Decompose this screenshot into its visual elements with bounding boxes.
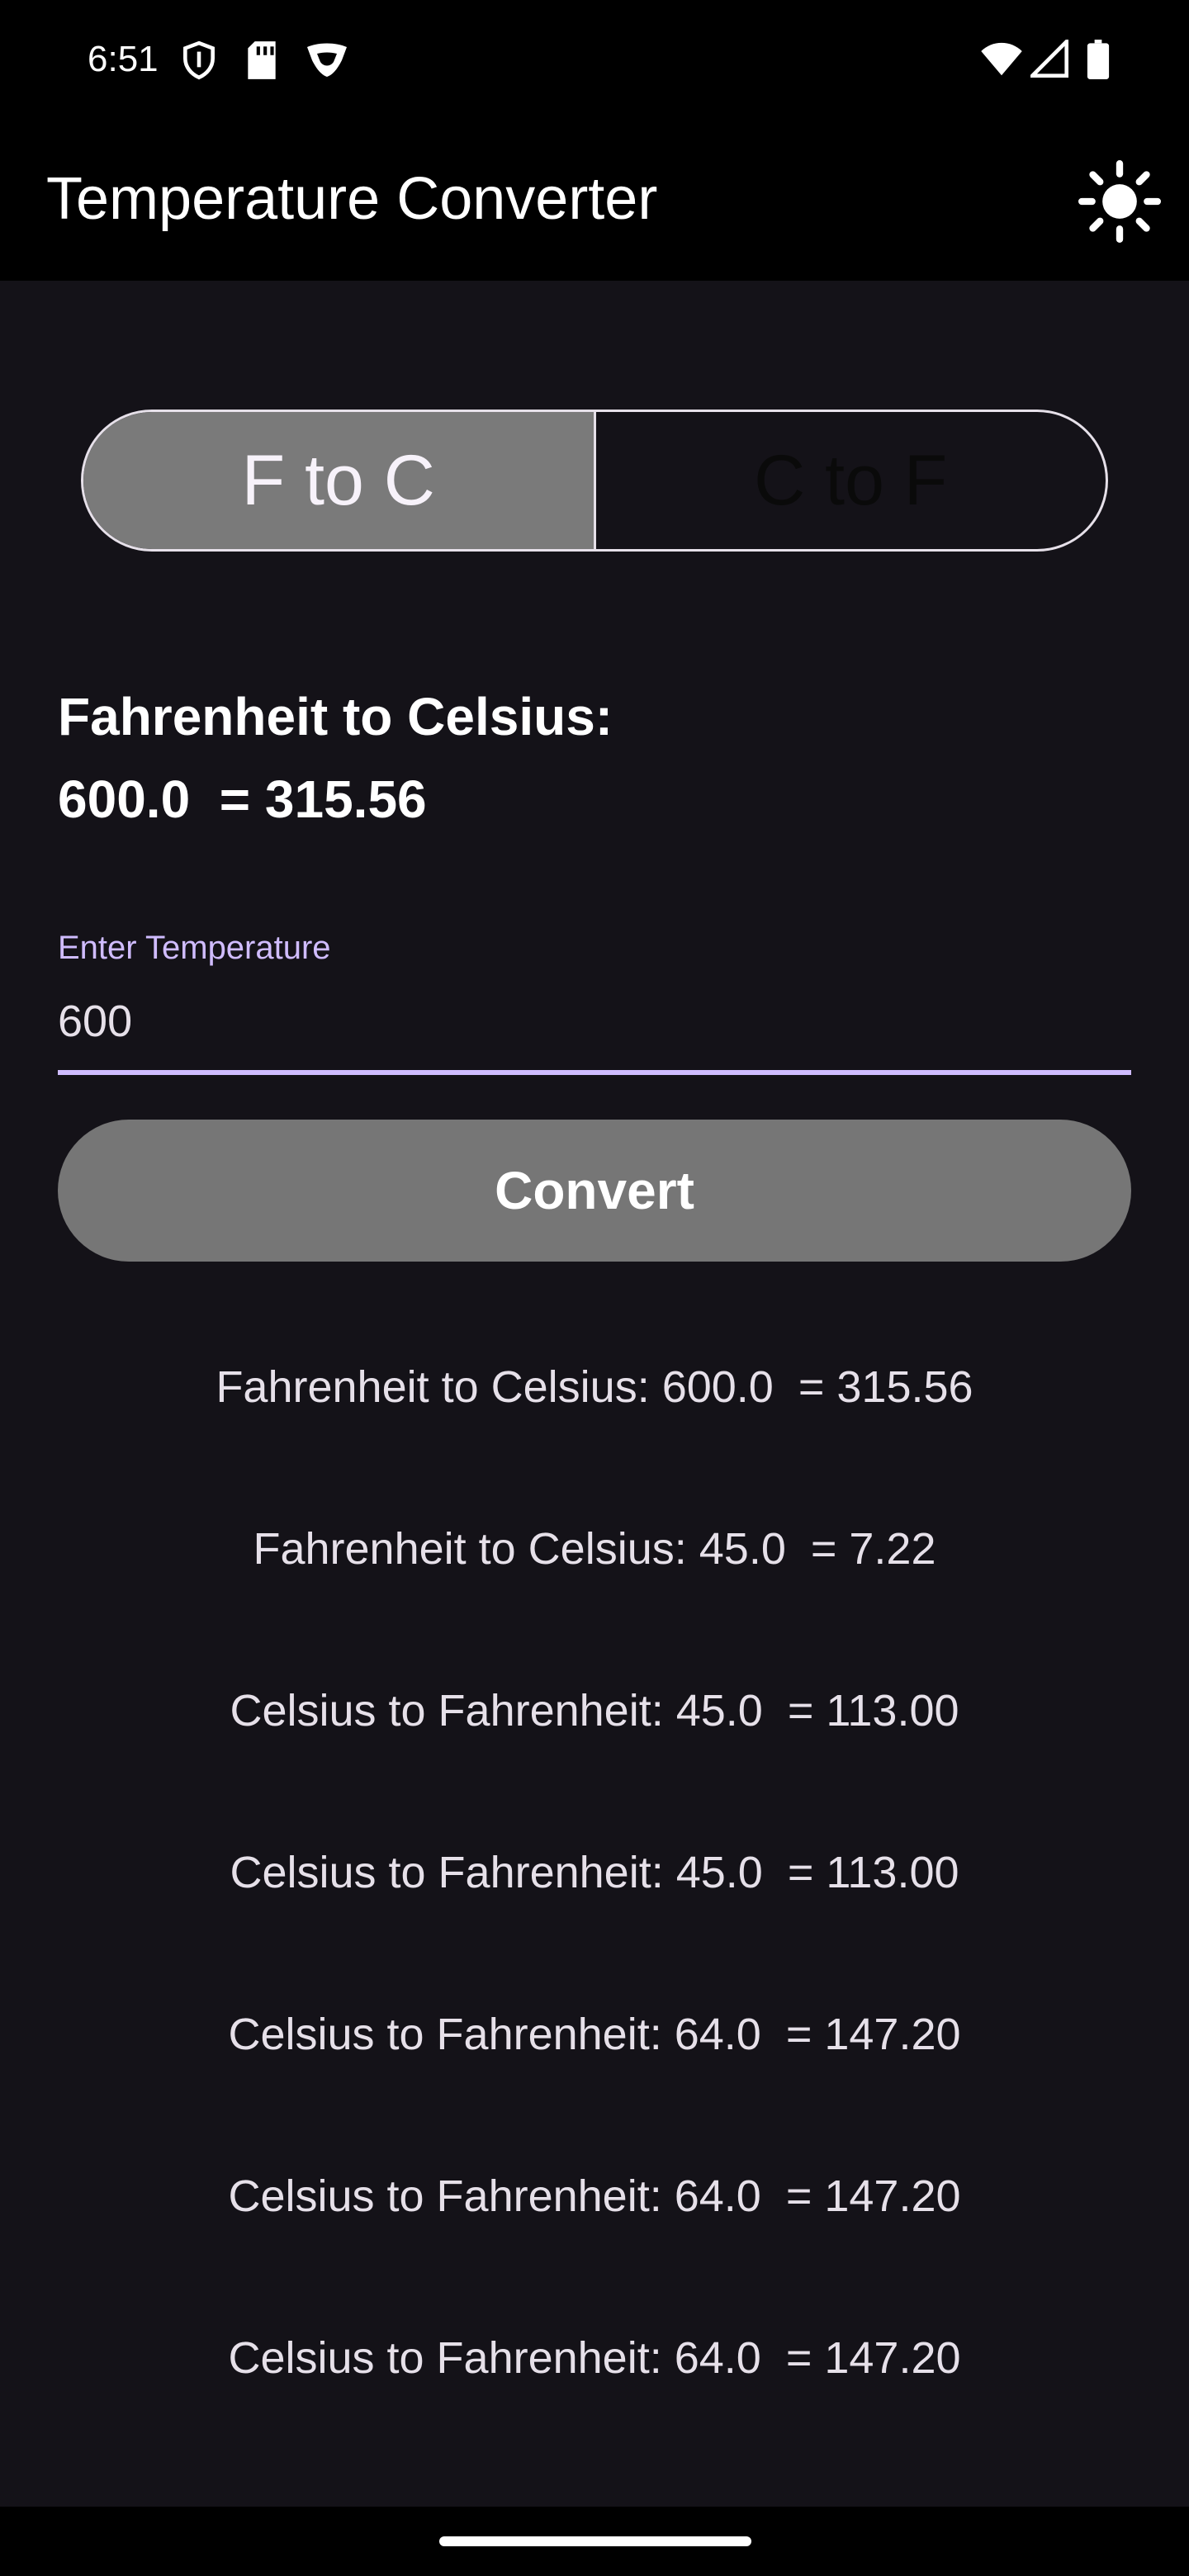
temperature-field: Enter Temperature (58, 921, 1131, 1077)
sun-icon (1078, 159, 1161, 247)
battery-icon (1087, 40, 1110, 83)
history-item: Fahrenheit to Celsius: 600.0 = 315.56 (216, 1362, 973, 1412)
history-item: Celsius to Fahrenheit: 64.0 = 147.20 (228, 2171, 961, 2221)
signal-icon (1027, 36, 1068, 82)
segment-c-to-f[interactable]: C to F (596, 412, 1106, 549)
sd-card-icon (243, 40, 281, 85)
conversion-mode-toggle: F to C C to F (81, 410, 1108, 552)
convert-button[interactable]: Convert (58, 1120, 1131, 1262)
app-title: Temperature Converter (46, 166, 658, 232)
field-underline (58, 1070, 1131, 1075)
conversion-history-list: Fahrenheit to Celsius: 600.0 = 315.56 Fa… (0, 1351, 1189, 2484)
history-item: Fahrenheit to Celsius: 45.0 = 7.22 (253, 1524, 936, 1574)
history-item: Celsius to Fahrenheit: 45.0 = 113.00 (230, 1848, 959, 1897)
temperature-input[interactable] (58, 984, 1131, 1058)
wifi-icon (979, 40, 1024, 82)
navigation-bar (0, 2507, 1189, 2576)
segment-label: C to F (754, 441, 948, 520)
segment-f-to-c[interactable]: F to C (83, 412, 596, 549)
result-value: 600.0 = 315.56 (58, 769, 427, 829)
history-item: Celsius to Fahrenheit: 64.0 = 147.20 (228, 2010, 961, 2059)
theme-toggle-button[interactable] (1073, 157, 1166, 249)
vpn-key-icon (306, 40, 348, 85)
app-bar: Temperature Converter (0, 116, 1189, 281)
result-heading: Fahrenheit to Celsius: (58, 687, 613, 746)
status-bar: 6:51 (0, 0, 1189, 116)
history-item: Celsius to Fahrenheit: 45.0 = 113.00 (230, 1686, 959, 1735)
status-time: 6:51 (88, 39, 159, 79)
shield-icon (178, 40, 220, 85)
history-item: Celsius to Fahrenheit: 64.0 = 147.20 (228, 2333, 961, 2383)
home-gesture-handle[interactable] (439, 2536, 751, 2546)
temperature-field-label: Enter Temperature (58, 930, 331, 966)
segment-label: F to C (241, 441, 435, 520)
